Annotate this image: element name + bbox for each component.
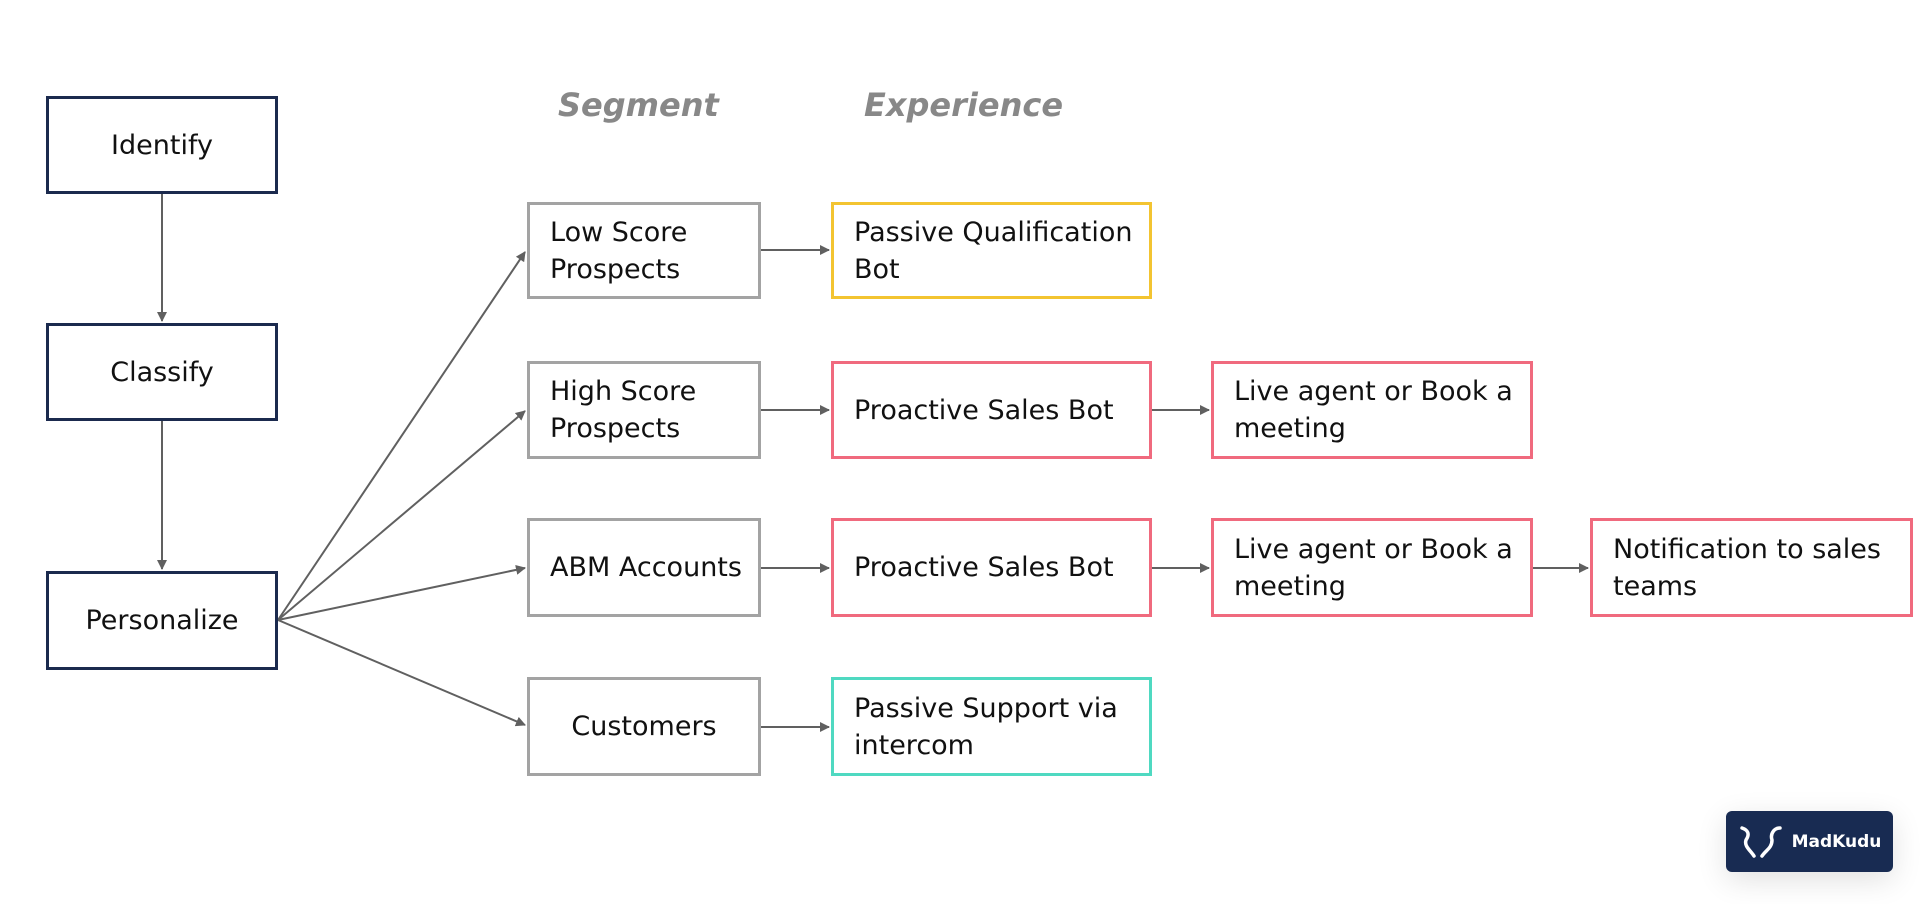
- arrow-to-high-score: [277, 410, 526, 621]
- logo-text: MadKudu: [1791, 831, 1882, 852]
- experience-proactive-sales: Proactive Sales Bot: [831, 518, 1152, 617]
- segment-header: Segment: [558, 86, 719, 124]
- experience-notification: Notification to sales teams: [1590, 518, 1913, 617]
- experience-header: Experience: [864, 86, 1064, 124]
- experience-live-agent: Live agent or Book a meeting: [1211, 361, 1533, 459]
- experience-passive-support: Passive Support via intercom: [831, 677, 1152, 776]
- step-identify: Identify: [46, 96, 278, 194]
- madkudu-logo: MadKudu: [1726, 811, 1893, 872]
- step-classify: Classify: [46, 323, 278, 421]
- experience-proactive-sales: Proactive Sales Bot: [831, 361, 1152, 459]
- segment-low-score: Low Score Prospects: [527, 202, 761, 299]
- experience-live-agent: Live agent or Book a meeting: [1211, 518, 1533, 617]
- arrow-to-abm: [277, 564, 526, 621]
- segment-customers: Customers: [527, 677, 761, 776]
- arrow-to-customers: [277, 619, 526, 727]
- experience-passive-qualification: Passive Qualification Bot: [831, 202, 1152, 299]
- segment-abm: ABM Accounts: [527, 518, 761, 617]
- kudu-horns-icon: [1739, 825, 1782, 858]
- step-personalize: Personalize: [46, 571, 278, 670]
- arrow-to-low-score: [277, 251, 526, 621]
- segment-high-score: High Score Prospects: [527, 361, 761, 459]
